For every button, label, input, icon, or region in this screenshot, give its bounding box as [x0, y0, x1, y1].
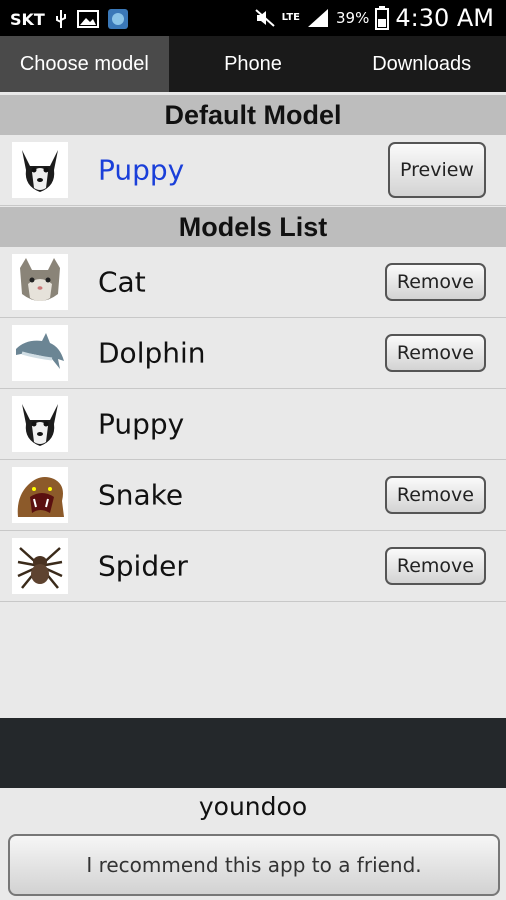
remove-button[interactable]: Remove	[384, 476, 486, 514]
list-item: Puppy	[0, 389, 506, 460]
battery-percent: 39%	[336, 9, 370, 27]
list-item-label: Cat	[98, 265, 146, 299]
clock: 4:30 AM	[395, 4, 494, 32]
list-item-label: Puppy	[98, 407, 185, 441]
tab-bar: Choose model Phone Downloads	[0, 36, 506, 92]
status-left: SKT	[10, 8, 129, 30]
remove-button[interactable]: Remove	[384, 334, 486, 372]
status-right: LTE 39% 4:30 AM	[254, 4, 494, 32]
network-type: LTE	[281, 12, 300, 23]
tab-downloads[interactable]: Downloads	[337, 36, 506, 92]
remove-button[interactable]: Remove	[384, 547, 486, 585]
spider-icon	[12, 538, 68, 594]
image-icon	[76, 10, 99, 28]
list-item-label: Spider	[98, 549, 188, 583]
puppy-icon	[12, 142, 68, 198]
preview-button[interactable]: Preview	[388, 142, 486, 198]
carrier-label: SKT	[10, 9, 45, 29]
usb-icon	[55, 10, 66, 28]
puppy-icon	[12, 396, 68, 452]
battery-icon	[375, 6, 390, 30]
dolphin-icon	[12, 325, 68, 381]
list-item-label: Dolphin	[98, 336, 206, 370]
signal-icon	[308, 9, 328, 27]
list-item: Snake Remove	[0, 460, 506, 531]
tab-choose-model[interactable]: Choose model	[0, 36, 169, 92]
recommend-button[interactable]: I recommend this app to a friend.	[8, 834, 500, 896]
status-bar: SKT LTE 39% 4:30 AM	[0, 0, 506, 36]
list-item-label: Snake	[98, 478, 184, 512]
models-list-header: Models List	[0, 207, 506, 247]
tab-phone[interactable]: Phone	[169, 36, 338, 92]
remove-button[interactable]: Remove	[384, 263, 486, 301]
cat-icon	[12, 254, 68, 310]
default-model-header: Default Model	[0, 95, 506, 135]
app-notification-icon	[107, 9, 128, 29]
list-item: Spider Remove	[0, 531, 506, 602]
snake-icon	[12, 467, 68, 523]
mute-icon	[254, 9, 275, 27]
list-item: Cat Remove	[0, 247, 506, 318]
default-model-name: Puppy	[98, 153, 185, 187]
developer-name: youndoo	[198, 792, 308, 821]
list-item: Dolphin Remove	[0, 318, 506, 389]
default-model-row: Puppy Preview	[0, 135, 506, 206]
ad-banner[interactable]	[0, 718, 506, 788]
